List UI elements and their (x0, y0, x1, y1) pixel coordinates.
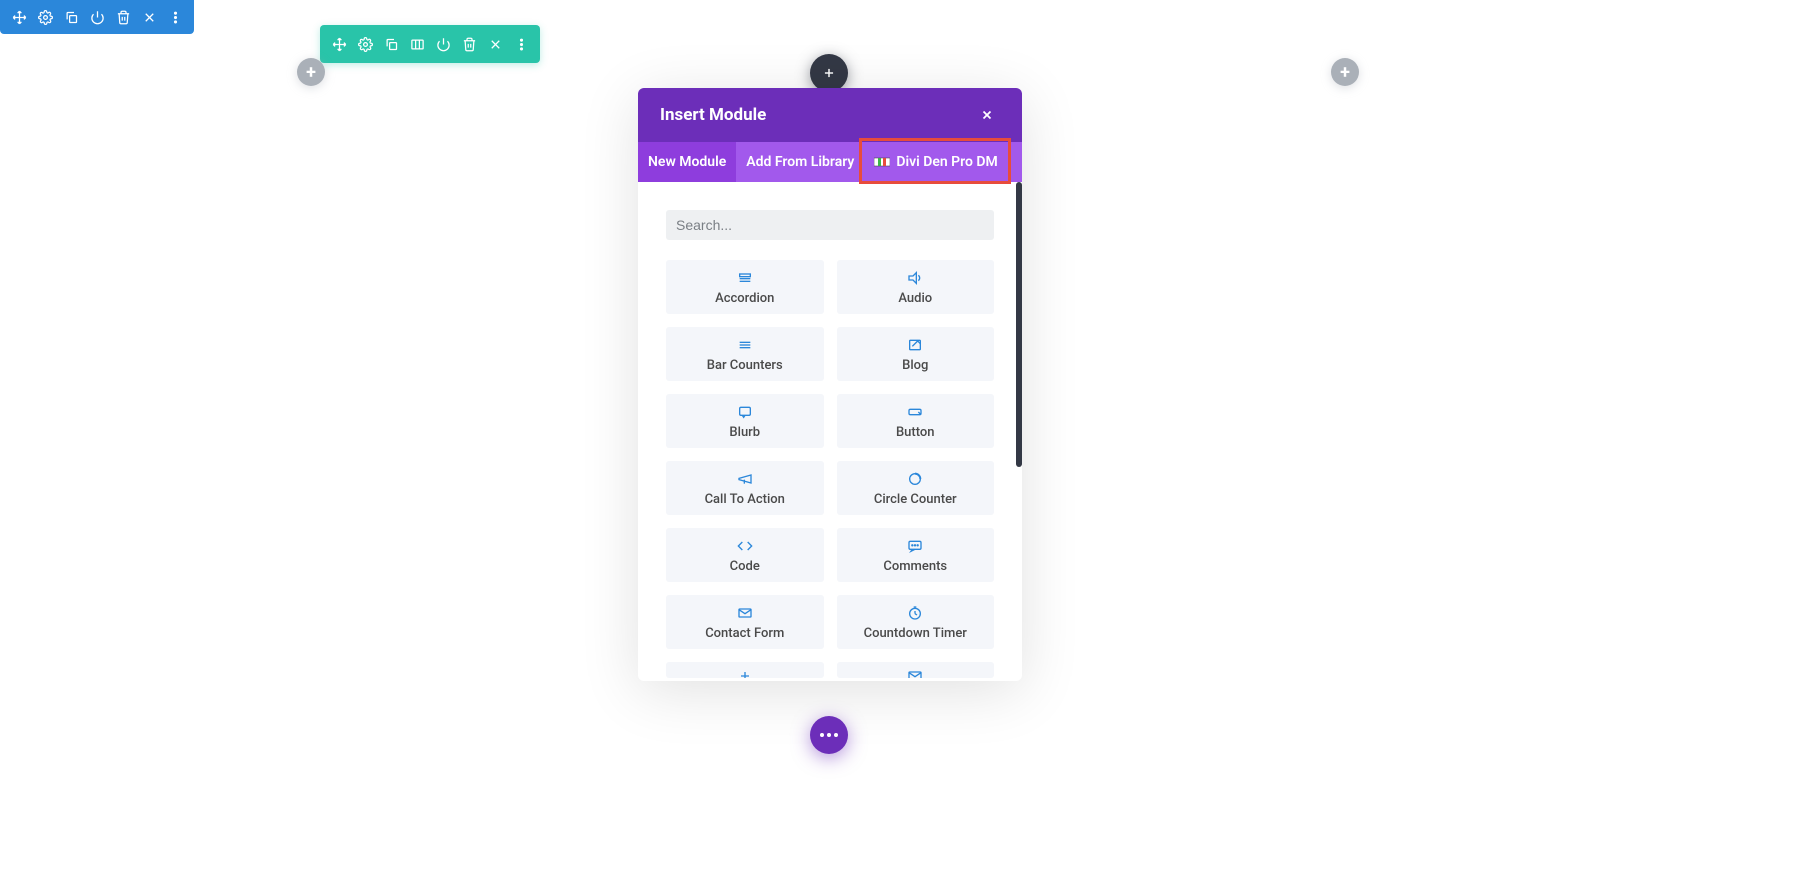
blog-icon (907, 336, 923, 354)
module-label: Contact Form (705, 626, 784, 641)
scrollbar[interactable] (1016, 182, 1022, 467)
tab-label: New Module (648, 154, 726, 170)
tab-label: Add From Library (746, 154, 854, 170)
module-label: Comments (883, 559, 947, 574)
search-input[interactable] (666, 210, 994, 240)
module-grid: Accordion Audio Bar Counters Blog Blurb Butto… (666, 260, 994, 678)
divi-den-icon (874, 156, 890, 168)
module-label: Code (730, 559, 760, 574)
duplicate-icon[interactable] (378, 25, 404, 63)
module-card-blog[interactable]: Blog (837, 327, 995, 381)
module-card-code[interactable]: Code (666, 528, 824, 582)
module-label: Call To Action (705, 492, 785, 507)
row-toolbar (320, 25, 540, 63)
plus-partial-icon (737, 668, 753, 678)
circle-icon (907, 470, 923, 488)
module-label: Audio (898, 291, 932, 306)
tab-divi-den-pro[interactable]: Divi Den Pro DM (864, 142, 1007, 182)
tab-label: Divi Den Pro DM (896, 154, 997, 170)
module-card-blurb[interactable]: Blurb (666, 394, 824, 448)
module-card-audio[interactable]: Audio (837, 260, 995, 314)
close-icon[interactable] (136, 0, 162, 34)
cta-icon (737, 470, 753, 488)
button-icon (907, 403, 923, 421)
dots-icon (820, 733, 838, 737)
move-icon[interactable] (326, 25, 352, 63)
module-card-button[interactable]: Button (837, 394, 995, 448)
columns-icon[interactable] (404, 25, 430, 63)
blurb-icon (737, 403, 753, 421)
trash-icon[interactable] (456, 25, 482, 63)
module-card-contact-form[interactable]: Contact Form (666, 595, 824, 649)
move-icon[interactable] (6, 0, 32, 34)
insert-module-modal: Insert Module New Module Add From Librar… (638, 88, 1022, 681)
tab-add-from-library[interactable]: Add From Library (736, 142, 864, 182)
duplicate-icon[interactable] (58, 0, 84, 34)
accordion-icon (737, 269, 753, 287)
gear-icon[interactable] (32, 0, 58, 34)
mail-partial-icon (907, 668, 923, 678)
module-label: Circle Counter (874, 492, 957, 507)
page-settings-button[interactable] (810, 716, 848, 754)
power-icon[interactable] (430, 25, 456, 63)
timer-icon (907, 604, 923, 622)
close-icon[interactable] (974, 102, 1000, 128)
more-icon[interactable] (508, 25, 534, 63)
module-card-call-to-action[interactable]: Call To Action (666, 461, 824, 515)
module-card-comments[interactable]: Comments (837, 528, 995, 582)
trash-icon[interactable] (110, 0, 136, 34)
module-card-bar-counters[interactable]: Bar Counters (666, 327, 824, 381)
close-icon[interactable] (482, 25, 508, 63)
more-icon[interactable] (162, 0, 188, 34)
module-card-circle-counter[interactable]: Circle Counter (837, 461, 995, 515)
module-label: Blog (902, 358, 928, 373)
comments-icon (907, 537, 923, 555)
module-card-partial-12[interactable] (666, 662, 824, 678)
modal-title: Insert Module (660, 105, 766, 125)
module-label: Countdown Timer (864, 626, 967, 641)
section-toolbar (0, 0, 194, 34)
module-label: Accordion (715, 291, 774, 306)
module-label: Blurb (729, 425, 760, 440)
module-card-countdown-timer[interactable]: Countdown Timer (837, 595, 995, 649)
mail-icon (737, 604, 753, 622)
audio-icon (907, 269, 923, 287)
bars-icon (737, 336, 753, 354)
add-module-button[interactable] (810, 54, 848, 92)
module-label: Bar Counters (707, 358, 783, 373)
module-card-partial-13[interactable] (837, 662, 995, 678)
power-icon[interactable] (84, 0, 110, 34)
modal-header: Insert Module (638, 88, 1022, 142)
tab-new-module[interactable]: New Module (638, 142, 736, 182)
modal-body: Accordion Audio Bar Counters Blog Blurb Butto… (638, 182, 1022, 681)
module-card-accordion[interactable]: Accordion (666, 260, 824, 314)
code-icon (737, 537, 753, 555)
module-label: Button (896, 425, 935, 440)
add-column-right-button[interactable]: + (1331, 58, 1359, 86)
add-column-left-button[interactable]: + (297, 58, 325, 86)
modal-tabs: New Module Add From Library Divi Den Pro… (638, 142, 1022, 182)
gear-icon[interactable] (352, 25, 378, 63)
